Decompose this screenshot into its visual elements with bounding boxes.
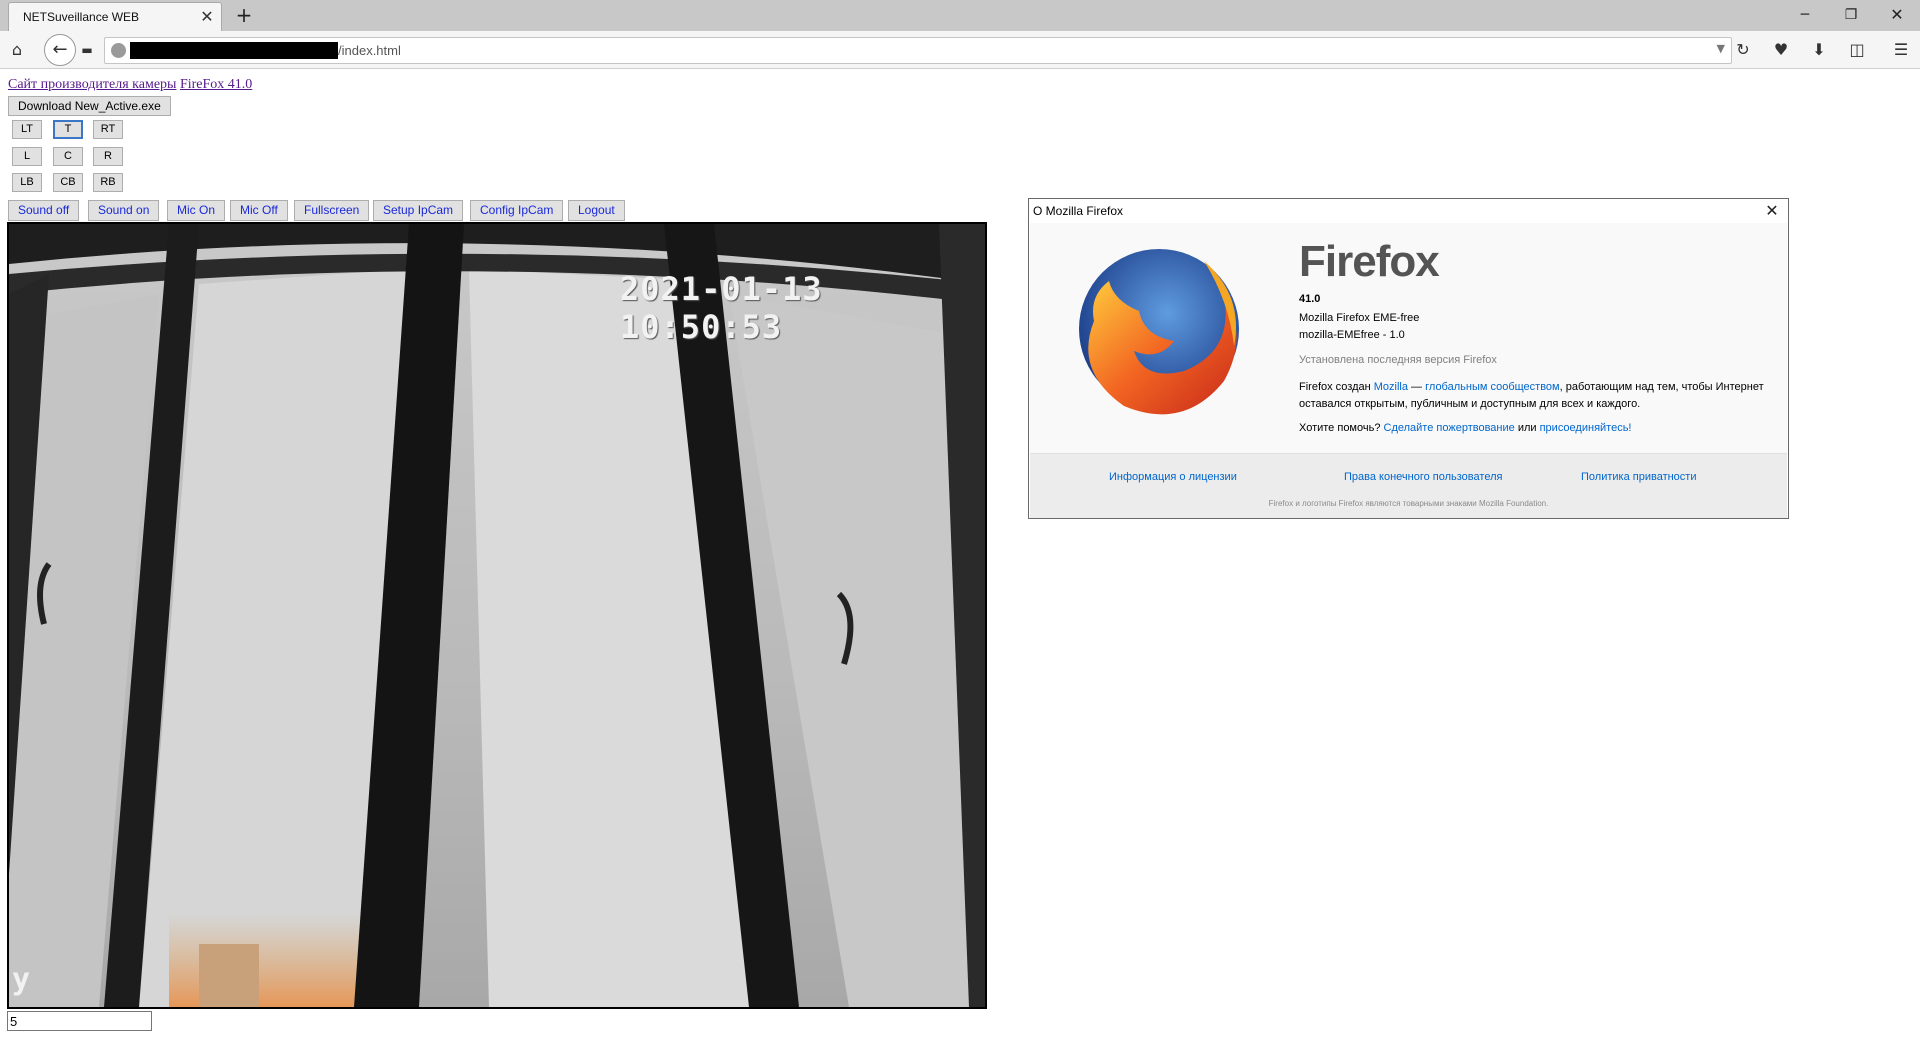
logout-button[interactable]: Logout (568, 200, 625, 221)
mic-on-button[interactable]: Mic On (167, 200, 226, 221)
vendor-site-link[interactable]: Сайт производителя камеры (8, 77, 176, 92)
fullscreen-button[interactable]: Fullscreen (294, 200, 370, 221)
global-community-link[interactable]: глобальным сообществом (1425, 381, 1560, 393)
home-icon[interactable]: ⌂ (4, 37, 30, 63)
page-icon: ▬ (81, 43, 93, 57)
donate-link[interactable]: Сделайте пожертвование (1384, 422, 1515, 434)
dialog-close-icon[interactable]: ✕ (1762, 201, 1782, 221)
dialog-title: О Mozilla Firefox (1033, 204, 1124, 218)
menu-icon[interactable]: ☰ (1888, 37, 1914, 63)
navigation-toolbar: ⌂ ← ▬ /index.html ▼ ↻ ♥ ⬇ ◫ ☰ (0, 31, 1920, 69)
sidebar-icon[interactable]: ◫ (1844, 37, 1870, 63)
eula-link[interactable]: Права конечного пользователя (1344, 471, 1502, 483)
distribution-name: Mozilla Firefox EME-free (1299, 312, 1420, 324)
url-bar[interactable]: /index.html ▼ (104, 37, 1732, 64)
window-close-button[interactable]: ✕ (1874, 0, 1920, 30)
ptz-rt-button[interactable]: RT (93, 120, 123, 139)
distribution-id: mozilla-EMEfree - 1.0 (1299, 329, 1405, 341)
video-timestamp-overlay: 2021-01-13 10:50:53 (620, 270, 823, 346)
sound-off-button[interactable]: Sound off (8, 200, 80, 221)
community-pre: Firefox создан (1299, 381, 1374, 393)
about-firefox-dialog: О Mozilla Firefox ✕ Firefox 41.0 Mozilla… (1028, 198, 1789, 519)
browser-tab[interactable]: NETSuveillance WEB ✕ (8, 2, 222, 31)
trademark-notice: Firefox и логотипы Firefox являются това… (1268, 499, 1549, 508)
ptz-l-button[interactable]: L (12, 147, 42, 166)
version-number: 41.0 (1299, 293, 1321, 305)
firefox-logo-icon (1079, 249, 1239, 415)
value-input[interactable] (7, 1011, 152, 1031)
setup-ipcam-button[interactable]: Setup IpCam (373, 200, 464, 221)
camera-video-feed[interactable]: 2021-01-13 10:50:53 y (7, 222, 987, 1009)
ptz-cb-button[interactable]: CB (53, 173, 83, 192)
ptz-lb-button[interactable]: LB (12, 173, 42, 192)
url-path: /index.html (338, 43, 401, 58)
ptz-t-button[interactable]: T (53, 120, 83, 139)
back-icon[interactable]: ← (44, 34, 76, 66)
new-tab-button[interactable]: + (232, 3, 256, 27)
privacy-link[interactable]: Политика приватности (1581, 471, 1696, 483)
url-dropdown-icon[interactable]: ▼ (1717, 42, 1725, 55)
download-exe-button[interactable]: Download New_Active.exe (8, 96, 171, 116)
download-icon[interactable]: ⬇ (1806, 37, 1832, 63)
ptz-rb-button[interactable]: RB (93, 173, 123, 192)
site-identity-icon[interactable] (111, 43, 126, 58)
top-links: Сайт производителя камеры FireFox 41.0 (8, 77, 252, 93)
config-ipcam-button[interactable]: Config IpCam (470, 200, 564, 221)
reload-icon[interactable]: ↻ (1730, 37, 1756, 63)
community-mid: — (1408, 381, 1426, 393)
community-text: Firefox создан Mozilla — глобальным сооб… (1299, 379, 1769, 413)
help-mid: или (1514, 422, 1540, 434)
firefox-link[interactable]: FireFox 41.0 (180, 77, 252, 92)
video-osd-label: y (12, 962, 31, 997)
mozilla-link[interactable]: Mozilla (1374, 381, 1408, 393)
ptz-c-button[interactable]: C (53, 147, 83, 166)
brand-name: Firefox (1299, 237, 1440, 286)
dialog-body: Firefox 41.0 Mozilla Firefox EME-free mo… (1030, 223, 1787, 518)
help-text: Хотите помочь? Сделайте пожертвование ил… (1299, 422, 1632, 434)
mic-off-button[interactable]: Mic Off (230, 200, 288, 221)
help-pre: Хотите помочь? (1299, 422, 1384, 434)
join-link[interactable]: присоединяйтесь! (1540, 422, 1632, 434)
url-redacted-host (130, 42, 338, 59)
window-minimize-button[interactable]: ─ (1782, 0, 1828, 30)
update-status: Установлена последняя версия Firefox (1299, 354, 1497, 366)
ptz-r-button[interactable]: R (93, 147, 123, 166)
sound-on-button[interactable]: Sound on (88, 200, 160, 221)
tab-strip: NETSuveillance WEB ✕ + ─ ❐ ✕ (0, 0, 1920, 31)
ptz-lt-button[interactable]: LT (12, 120, 42, 139)
pocket-icon[interactable]: ♥ (1768, 37, 1794, 63)
dialog-footer: Информация о лицензии Права конечного по… (1030, 453, 1787, 518)
license-link[interactable]: Информация о лицензии (1109, 471, 1237, 483)
tab-close-icon[interactable]: ✕ (197, 7, 217, 27)
window-restore-button[interactable]: ❐ (1828, 0, 1874, 30)
tab-title: NETSuveillance WEB (23, 10, 140, 24)
